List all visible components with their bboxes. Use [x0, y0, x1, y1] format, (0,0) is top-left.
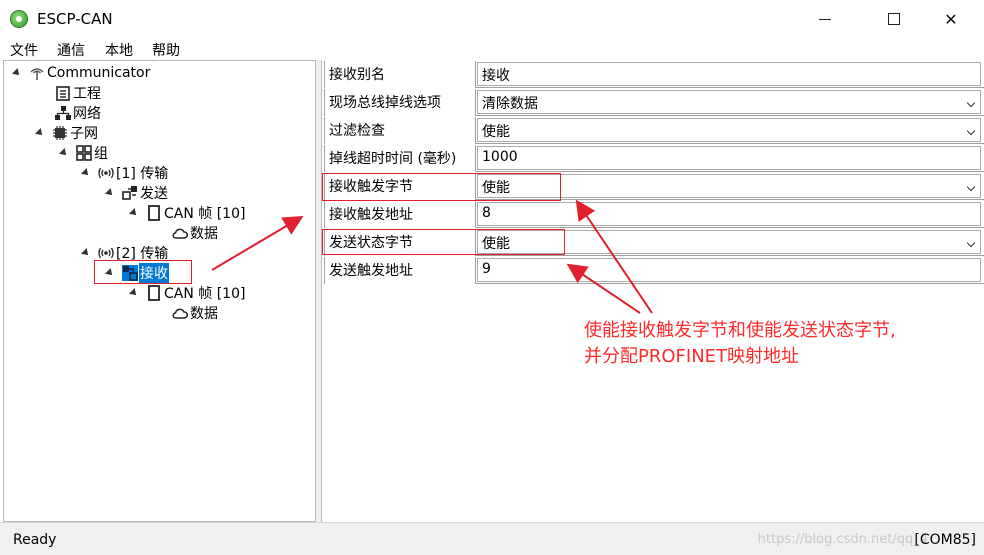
chevron-down-icon[interactable]: [966, 182, 976, 192]
property-grid: 接收别名 接收 现场总线掉线选项 清除数据 过滤检查 使能 掉线超时时间 (毫秒…: [321, 60, 984, 522]
property-name: 现场总线掉线选项: [324, 89, 476, 116]
bus-offline-select[interactable]: 清除数据: [477, 90, 981, 114]
property-row-alias: 接收别名 接收: [324, 60, 984, 88]
chevron-down-icon[interactable]: [966, 238, 976, 248]
close-button[interactable]: ✕: [928, 0, 974, 38]
expand-arrow-icon[interactable]: [35, 128, 45, 138]
frame-icon: [148, 285, 160, 301]
expand-arrow-icon[interactable]: [12, 68, 22, 78]
wireless-icon: [98, 247, 114, 259]
tree-node-label: 数据: [190, 226, 218, 242]
send-trigger-addr-input[interactable]: 9: [477, 258, 981, 282]
menu-help[interactable]: 帮助: [152, 40, 180, 60]
annotation-line-1: 使能接收触发字节和使能发送状态字节,: [584, 320, 896, 341]
tree-node-label: 发送: [140, 186, 168, 202]
send-icon: [122, 186, 137, 200]
minimize-button[interactable]: [802, 0, 848, 38]
recv-trigger-addr-input[interactable]: 8: [477, 202, 981, 226]
tree-node-label: 子网: [70, 126, 98, 142]
chevron-down-icon[interactable]: [966, 126, 976, 136]
annotation-line-2: 并分配PROFINET映射地址: [584, 346, 800, 367]
tree-node-can-frame-2[interactable]: CAN 帧 [10]: [129, 283, 246, 303]
status-bar: Ready https://blog.csdn.net/qq_4 [COM85]: [0, 522, 984, 555]
tree-node-label: 工程: [73, 86, 101, 102]
property-row-offline-timeout: 掉线超时时间 (毫秒) 1000: [324, 144, 984, 172]
cloud-icon: [172, 308, 188, 319]
property-row-send-trigger-addr: 发送触发地址 9: [324, 256, 984, 284]
tree-node-label: 组: [94, 146, 108, 162]
property-row-filter-check: 过滤检查 使能: [324, 116, 984, 144]
chevron-down-icon[interactable]: [966, 98, 976, 108]
network-icon: [55, 106, 71, 120]
tree-node-label: CAN 帧 [10]: [164, 206, 246, 222]
annotation-note: 使能接收触发字节和使能发送状态字节, 并分配PROFINET映射地址: [584, 318, 896, 370]
property-row-bus-offline: 现场总线掉线选项 清除数据: [324, 88, 984, 116]
expand-arrow-icon[interactable]: [81, 248, 91, 258]
expand-arrow-icon[interactable]: [129, 288, 139, 298]
window-title: ESCP-CAN: [37, 10, 113, 28]
menu-file[interactable]: 文件: [10, 40, 38, 60]
wireless-icon: [98, 167, 114, 179]
maximize-icon: [888, 13, 900, 25]
tree-node-data-1[interactable]: 数据: [172, 223, 219, 243]
property-name: 发送触发地址: [324, 257, 476, 284]
property-row-recv-trigger-addr: 接收触发地址 8: [324, 200, 984, 228]
highlight-recv-trigger-byte: [322, 173, 561, 201]
property-name: 接收别名: [324, 61, 476, 88]
menu-bar: 文件 通信 本地 帮助: [0, 38, 984, 60]
expand-arrow-icon[interactable]: [105, 188, 115, 198]
property-name: 过滤检查: [324, 117, 476, 144]
filter-check-select[interactable]: 使能: [477, 118, 981, 142]
app-icon: [10, 10, 28, 28]
frame-icon: [148, 205, 160, 221]
antenna-icon: [30, 68, 44, 80]
chip-icon: [53, 126, 67, 140]
cloud-icon: [172, 228, 188, 239]
tree-node-label: CAN 帧 [10]: [164, 286, 246, 302]
close-icon: ✕: [944, 9, 958, 29]
select-value: 清除数据: [482, 96, 538, 112]
tree-node-transfer-1[interactable]: [1] 传输: [81, 163, 169, 183]
minimize-icon: [819, 18, 831, 20]
tree-node-group[interactable]: 组: [59, 143, 109, 163]
project-tree: Communicator 工程 网络 子网 组 [1] 传输 发送 CAN 帧 …: [3, 60, 316, 522]
tree-node-project[interactable]: 工程: [55, 83, 102, 103]
group-grid-icon: [76, 145, 92, 161]
property-name: 掉线超时时间 (毫秒): [324, 145, 476, 172]
tree-node-network[interactable]: 网络: [55, 103, 102, 123]
tree-node-can-frame-1[interactable]: CAN 帧 [10]: [129, 203, 246, 223]
select-value: 使能: [482, 124, 510, 140]
watermark-text: https://blog.csdn.net/qq_4: [757, 532, 928, 547]
highlight-send-status-byte: [322, 229, 565, 255]
status-text: Ready: [13, 532, 57, 548]
tree-node-send[interactable]: 发送: [105, 183, 169, 203]
tree-node-subnet[interactable]: 子网: [35, 123, 99, 143]
property-name: 接收触发地址: [324, 201, 476, 228]
tree-node-label: Communicator: [47, 65, 151, 81]
title-bar: ESCP-CAN ✕: [0, 0, 984, 38]
tree-node-label: 数据: [190, 306, 218, 322]
alias-input[interactable]: 接收: [477, 62, 981, 86]
project-icon: [56, 86, 70, 101]
expand-arrow-icon[interactable]: [59, 148, 69, 158]
highlight-receive-node: [94, 260, 192, 284]
offline-timeout-input[interactable]: 1000: [477, 146, 981, 170]
tree-node-communicator[interactable]: Communicator: [12, 63, 151, 83]
menu-local[interactable]: 本地: [105, 40, 133, 60]
status-port: [COM85]: [914, 532, 976, 548]
tree-node-label: 网络: [73, 106, 101, 122]
expand-arrow-icon[interactable]: [129, 208, 139, 218]
tree-node-label: [1] 传输: [116, 166, 169, 182]
maximize-button[interactable]: [871, 0, 917, 38]
expand-arrow-icon[interactable]: [81, 168, 91, 178]
tree-node-data-2[interactable]: 数据: [172, 303, 219, 323]
menu-communication[interactable]: 通信: [57, 40, 85, 60]
